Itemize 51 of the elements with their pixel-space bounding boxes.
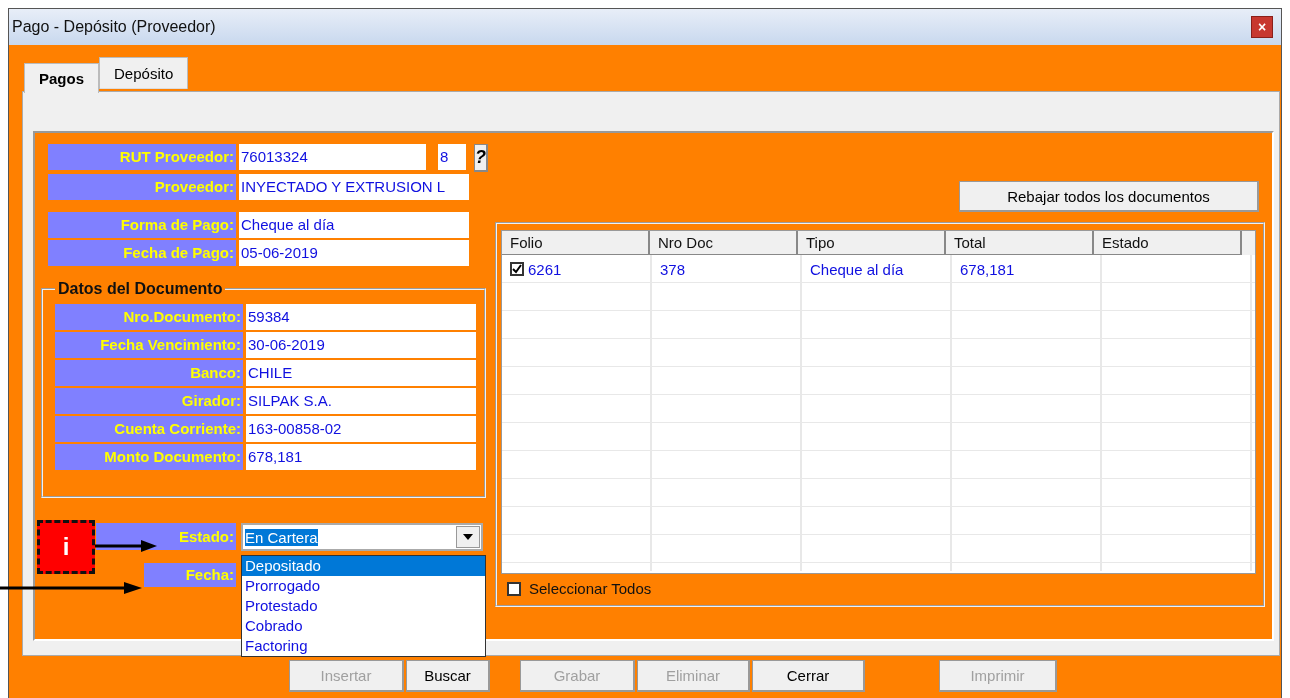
dropdown-button[interactable] <box>456 526 480 548</box>
table-cell: 678,181 <box>960 260 1015 278</box>
text-field[interactable]: 678,181 <box>246 444 476 470</box>
text-field[interactable]: 163-00858-02 <box>246 416 476 442</box>
caret-icon <box>463 534 473 540</box>
tab[interactable]: Depósito <box>99 57 189 89</box>
annotation-arrow <box>95 539 157 553</box>
checkbox[interactable] <box>510 262 524 276</box>
column-header[interactable]: Tipo <box>798 231 946 255</box>
text-field[interactable]: Cheque al día <box>239 212 469 238</box>
table-cell: Cheque al día <box>810 260 904 278</box>
field-label: Proveedor: <box>48 174 236 200</box>
text-field[interactable]: 30-06-2019 <box>246 332 476 358</box>
text-field[interactable]: CHILE <box>246 360 476 386</box>
group-title: Datos del Documento <box>57 280 224 298</box>
tab[interactable]: Pagos <box>24 63 99 93</box>
field-label: Fecha Vencimiento: <box>55 332 243 358</box>
field-label: Cuenta Corriente: <box>55 416 243 442</box>
field-label: Fecha de Pago: <box>48 240 236 266</box>
field-label: RUT Proveedor: <box>48 144 236 170</box>
dropdown-value: En Cartera <box>245 528 318 546</box>
table-cell: 6261 <box>528 260 562 278</box>
action-button[interactable]: Cerrar <box>752 660 865 692</box>
text-field[interactable]: 05-06-2019 <box>239 240 469 266</box>
field-label: Estado: <box>96 523 236 550</box>
column-header[interactable]: Nro Doc <box>650 231 798 255</box>
field-label: Nro.Documento: <box>55 304 243 330</box>
rebajar-button[interactable]: Rebajar todos los documentos <box>959 181 1259 212</box>
dropdown-option[interactable]: Depositado <box>242 556 485 576</box>
check-icon <box>512 264 522 274</box>
text-field[interactable]: 76013324 <box>239 144 426 170</box>
text-field[interactable]: INYECTADO Y EXTRUSION L <box>239 174 469 200</box>
text-field[interactable]: SILPAK S.A. <box>246 388 476 414</box>
action-button[interactable]: Buscar <box>406 660 490 692</box>
window-title: Pago - Depósito (Proveedor) <box>12 18 216 36</box>
field-label: Fecha: <box>144 563 236 587</box>
text-field[interactable]: 59384 <box>246 304 476 330</box>
close-button[interactable]: × <box>1251 16 1273 38</box>
field-label: Monto Documento: <box>55 444 243 470</box>
column-header[interactable]: Folio <box>502 231 650 255</box>
field-label: Banco: <box>55 360 243 386</box>
checkbox[interactable] <box>507 581 521 596</box>
column-header[interactable]: Estado <box>1094 231 1242 255</box>
table-cell: 378 <box>660 260 686 278</box>
check-digit-field[interactable]: 8 <box>438 144 466 170</box>
annotation-marker: i <box>37 520 95 574</box>
field-label: Girador: <box>55 388 243 414</box>
field-label: Forma de Pago: <box>48 212 236 238</box>
checkbox-label[interactable]: Seleccionar Todos <box>529 580 652 597</box>
help-button[interactable]: ? <box>474 144 488 172</box>
column-header[interactable]: Total <box>946 231 1094 255</box>
